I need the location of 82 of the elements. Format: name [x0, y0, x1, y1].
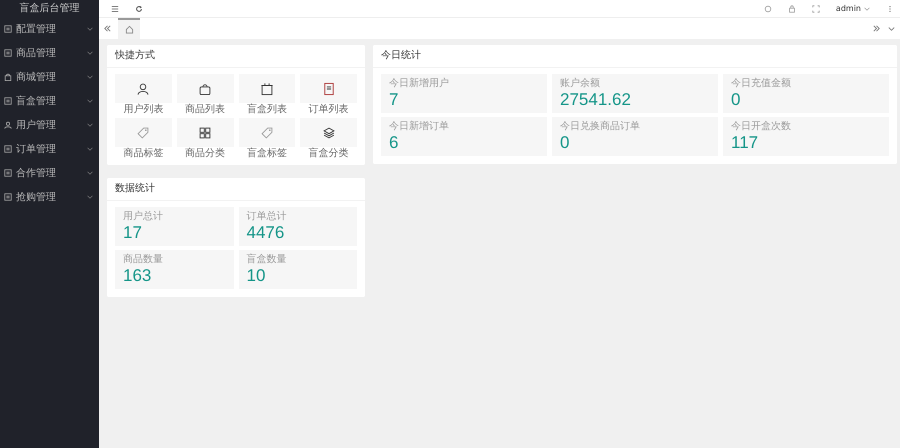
home-tab[interactable]: [118, 18, 140, 39]
shortcut-tile[interactable]: [300, 74, 357, 103]
card-title: 快捷方式: [107, 45, 365, 68]
scroll-left-icon[interactable]: [103, 24, 112, 33]
shortcut-tile[interactable]: [238, 118, 296, 147]
sidebar-label: 合作管理: [16, 167, 57, 180]
shortcut-label: 盲盒列表: [246, 103, 287, 116]
sidebar-label: 抢购管理: [16, 191, 57, 204]
square-icon: [4, 25, 12, 33]
grid-icon: [198, 126, 212, 140]
scroll-right-icon[interactable]: [872, 24, 881, 33]
stat-label: 用户总计: [123, 210, 164, 222]
square-icon: [4, 97, 12, 105]
refresh-icon[interactable]: [135, 4, 143, 12]
lock-icon[interactable]: [788, 4, 796, 12]
square-icon: [4, 49, 12, 57]
sidebar-item[interactable]: 配置管理: [0, 17, 99, 41]
stat-value: 163: [123, 266, 152, 286]
doc-icon: [322, 82, 336, 96]
shortcut-label: 商品列表: [185, 103, 226, 116]
bag-icon: [198, 82, 212, 96]
shortcut-tile[interactable]: [238, 74, 296, 103]
sidebar-label: 配置管理: [16, 22, 57, 36]
sidebar-title: 盲盒后台管理: [18, 2, 80, 16]
stat-label: 今日开盒次数: [731, 120, 792, 132]
stat-value: 6: [389, 132, 400, 152]
sidebar-label: 盲盒管理: [16, 94, 57, 108]
stat-label: 盲盒数量: [246, 254, 288, 266]
caret-icon[interactable]: [864, 6, 870, 10]
user-icon: [136, 82, 150, 96]
stat-label: 商品数量: [123, 254, 164, 266]
sidebar-label: 商品管理: [16, 46, 57, 60]
shortcut-label: 订单列表: [308, 103, 349, 116]
shortcut-tile[interactable]: [115, 74, 172, 103]
stat-label: 今日兑换商品订单: [560, 120, 641, 132]
sidebar-label: 商城管理: [16, 70, 57, 84]
stat-label: 今日充值金额: [731, 78, 792, 90]
bag-icon: [4, 73, 12, 81]
card-title: 数据统计: [107, 178, 365, 201]
shortcut-label: 盲盒分类: [308, 147, 349, 160]
layers-icon: [322, 126, 336, 140]
stat-label: 订单总计: [246, 210, 288, 222]
sidebar-label: 用户管理: [16, 118, 57, 132]
square-icon: [4, 193, 12, 201]
sidebar-item[interactable]: 合作管理: [0, 161, 99, 185]
sidebar-item[interactable]: 抢购管理: [0, 185, 99, 209]
stat-label: 今日新增用户: [389, 78, 450, 90]
stat-value: 117: [731, 132, 760, 152]
shortcut-tile[interactable]: [176, 74, 234, 103]
stat-value: 7: [389, 90, 400, 110]
tag-icon: [260, 126, 274, 140]
shortcut-label: 盲盒标签: [246, 147, 287, 160]
sidebar-item[interactable]: 用户管理: [0, 113, 99, 137]
home-icon: [124, 25, 134, 34]
card-title: 今日统计: [373, 45, 897, 68]
stat-value: 27541.62: [560, 90, 632, 110]
sidebar-item[interactable]: 商品管理: [0, 41, 99, 65]
sidebar-item[interactable]: 盲盒管理: [0, 89, 99, 113]
shortcut-label: 商品标签: [123, 147, 164, 160]
stat-value: 17: [123, 222, 143, 242]
square-icon: [4, 145, 12, 153]
sidebar-label: 订单管理: [16, 142, 57, 156]
stat-value: 10: [246, 266, 266, 286]
tag-icon: [136, 126, 150, 140]
stat-label: 账户余额: [560, 78, 601, 90]
fullscreen-icon[interactable]: [812, 4, 820, 12]
shortcut-label: 商品分类: [185, 147, 226, 160]
person-icon: [4, 121, 12, 129]
shortcut-label: 用户列表: [123, 103, 164, 116]
user-menu[interactable]: admin: [836, 4, 861, 13]
stat-label: 今日新增订单: [389, 120, 450, 132]
sidebar-item[interactable]: 订单管理: [0, 137, 99, 161]
square-icon: [4, 169, 12, 177]
shortcut-tile[interactable]: [300, 118, 357, 147]
stat-value: 0: [560, 132, 570, 152]
stat-value: 4476: [246, 222, 286, 242]
shortcut-tile[interactable]: [115, 118, 172, 147]
shortcut-tile[interactable]: [176, 118, 234, 147]
calendar-icon: [260, 82, 274, 96]
stat-value: 0: [731, 90, 742, 110]
sidebar-item[interactable]: 商城管理: [0, 65, 99, 89]
menu-icon[interactable]: [111, 4, 119, 12]
